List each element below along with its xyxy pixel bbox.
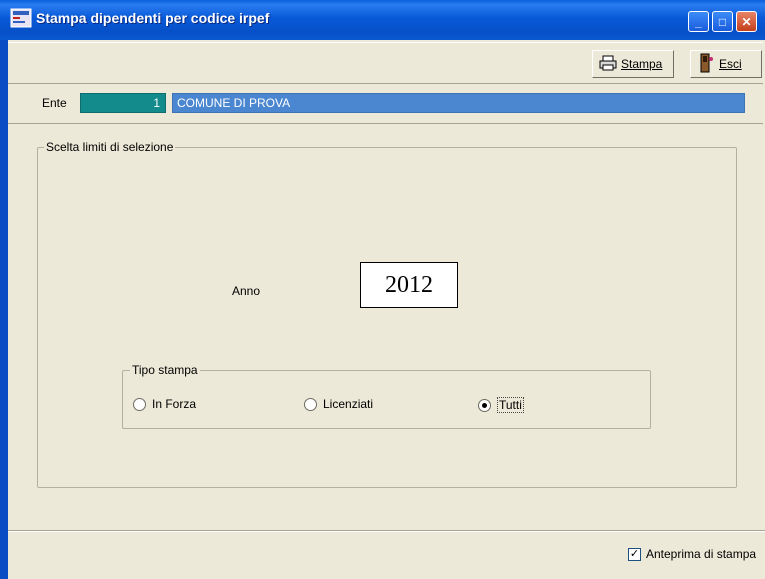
anno-input[interactable]: 2012 [360,262,458,308]
bottom-separator [8,530,765,532]
stampa-label: Stampa [621,57,663,71]
exit-door-icon [697,53,715,76]
anteprima-label: Anteprima di stampa [646,547,757,561]
anno-label: Anno [232,284,261,298]
radio-licenziati-label: Licenziati [323,397,374,411]
tipo-stampa-group [122,370,651,429]
minimize-button[interactable]: _ [688,11,709,32]
checkbox-checked-icon: ✓ [628,547,641,561]
radio-circle-selected [478,398,491,412]
printer-icon [599,55,617,74]
radio-in-forza[interactable]: In Forza [133,397,196,411]
esci-label: Esci [719,57,742,71]
selection-limits-group [37,147,737,488]
minimize-icon: _ [695,14,702,29]
ente-name-field: COMUNE DI PROVA [172,93,745,113]
radio-circle [304,397,317,411]
radio-tutti-label: Tutti [497,397,524,413]
radio-in-forza-label: In Forza [152,397,197,411]
tipo-stampa-title: Tipo stampa [130,363,200,377]
maximize-icon: □ [718,14,727,29]
stampa-button[interactable]: Stampa [592,50,674,78]
selection-limits-title: Scelta limiti di selezione [44,140,176,154]
close-icon: ✕ [741,14,752,29]
ente-label: Ente [42,96,67,110]
maximize-button[interactable]: □ [712,11,733,32]
window-left-border [0,40,8,579]
window-title: Stampa dipendenti per codice irpef [36,10,270,26]
anteprima-checkbox[interactable]: ✓ Anteprima di stampa [628,547,756,561]
radio-licenziati[interactable]: Licenziati [304,397,373,411]
esci-button[interactable]: Esci [690,50,762,78]
ente-code-field[interactable]: 1 [80,93,166,113]
radio-circle [133,397,146,411]
radio-tutti[interactable]: Tutti [478,397,524,413]
close-button[interactable]: ✕ [736,11,757,32]
app-icon [10,8,32,28]
